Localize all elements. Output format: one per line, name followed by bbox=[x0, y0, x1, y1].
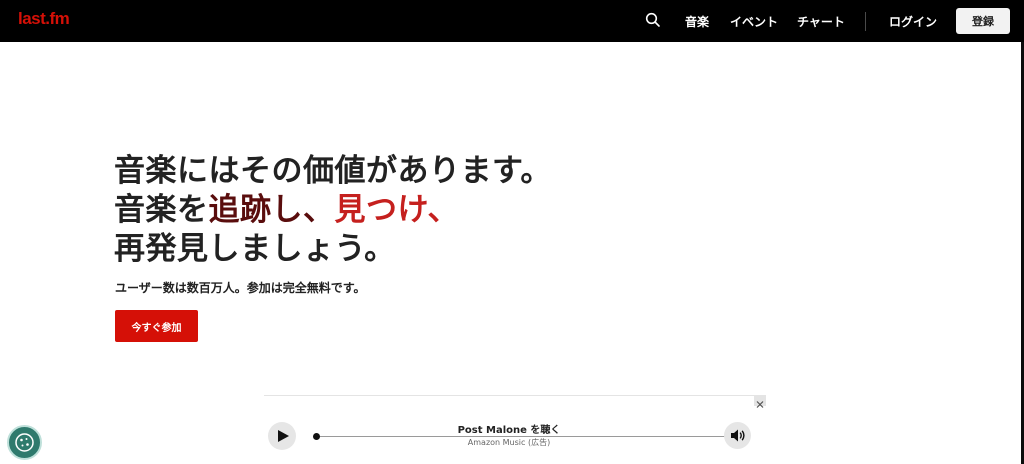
ad-volume-button[interactable] bbox=[724, 422, 751, 449]
logo-part-last: last bbox=[18, 9, 46, 28]
cookie-icon bbox=[15, 433, 34, 452]
signup-button[interactable]: 登録 bbox=[956, 8, 1010, 34]
hero-line-2-prefix: 音楽を bbox=[114, 192, 209, 228]
ad-subtitle: Amazon Music (広告) bbox=[467, 438, 551, 447]
hero-line-2: 音楽を追跡し、見つけ、 bbox=[114, 191, 674, 230]
hero-line-2-end: 、 bbox=[427, 192, 459, 228]
nav-music[interactable]: 音楽 bbox=[685, 13, 709, 30]
close-icon bbox=[756, 401, 764, 408]
cookie-settings-button[interactable] bbox=[7, 425, 42, 460]
volume-icon bbox=[731, 429, 745, 442]
login-link[interactable]: ログイン bbox=[889, 13, 937, 30]
hero-line-3: 再発見しましょう。 bbox=[114, 231, 396, 267]
lastfm-logo[interactable]: last.fm bbox=[18, 9, 70, 29]
ad-close-button[interactable] bbox=[754, 395, 766, 408]
ad-title[interactable]: Post Malone を聴く bbox=[409, 421, 609, 436]
nav-charts[interactable]: チャート bbox=[797, 13, 845, 30]
hero-subtitle: ユーザー数は数百万人。参加は完全無料です。 bbox=[115, 281, 366, 295]
join-now-button[interactable]: 今すぐ参加 bbox=[115, 310, 198, 342]
top-navigation-bar: last.fm 音楽 イベント チャート ログイン 登録 bbox=[0, 0, 1024, 42]
ad-top-divider bbox=[264, 395, 766, 396]
nav-events[interactable]: イベント bbox=[730, 13, 778, 30]
hero-headline: 音楽にはその価値があります。 音楽を追跡し、見つけ、 再発見しましょう。 bbox=[114, 152, 674, 269]
ad-play-button[interactable] bbox=[268, 422, 296, 450]
search-icon bbox=[645, 12, 660, 27]
ad-progress-knob[interactable] bbox=[313, 433, 320, 440]
page: last.fm 音楽 イベント チャート ログイン 登録 音楽にはその価値があり… bbox=[0, 0, 1024, 464]
logo-part-fm: .fm bbox=[45, 9, 70, 28]
hero-line-1: 音楽にはその価値があります。 bbox=[114, 153, 552, 189]
search-button[interactable] bbox=[644, 11, 662, 29]
nav-divider bbox=[865, 12, 866, 31]
hero-line-2-discover: 見つけ bbox=[334, 192, 428, 228]
hero-line-2-track: 追跡し、 bbox=[208, 192, 335, 228]
